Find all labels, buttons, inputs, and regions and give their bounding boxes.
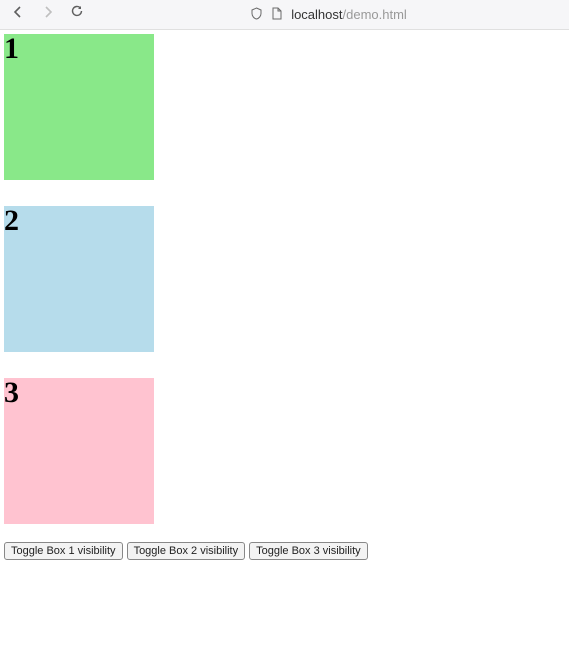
url-path: /demo.html <box>343 7 407 22</box>
url-host: localhost <box>291 7 342 22</box>
address-bar[interactable]: localhost/demo.html <box>98 7 559 23</box>
nav-controls <box>10 4 84 25</box>
page-content: 1 2 3 <box>0 30 569 542</box>
box-2: 2 <box>4 206 154 352</box>
back-icon[interactable] <box>10 4 26 25</box>
box-1: 1 <box>4 34 154 180</box>
toggle-box-3-button[interactable]: Toggle Box 3 visibility <box>249 542 368 560</box>
shield-icon <box>250 7 263 23</box>
browser-toolbar: localhost/demo.html <box>0 0 569 30</box>
box-3: 3 <box>4 378 154 524</box>
toggle-box-1-button[interactable]: Toggle Box 1 visibility <box>4 542 123 560</box>
forward-icon[interactable] <box>40 4 56 25</box>
toggle-box-2-button[interactable]: Toggle Box 2 visibility <box>127 542 246 560</box>
box-1-label: 1 <box>4 32 19 65</box>
box-3-label: 3 <box>4 376 19 409</box>
button-row: Toggle Box 1 visibility Toggle Box 2 vis… <box>0 542 569 560</box>
page-icon <box>271 7 283 23</box>
box-2-label: 2 <box>4 204 19 237</box>
reload-icon[interactable] <box>70 4 84 25</box>
url-text: localhost/demo.html <box>291 7 407 22</box>
